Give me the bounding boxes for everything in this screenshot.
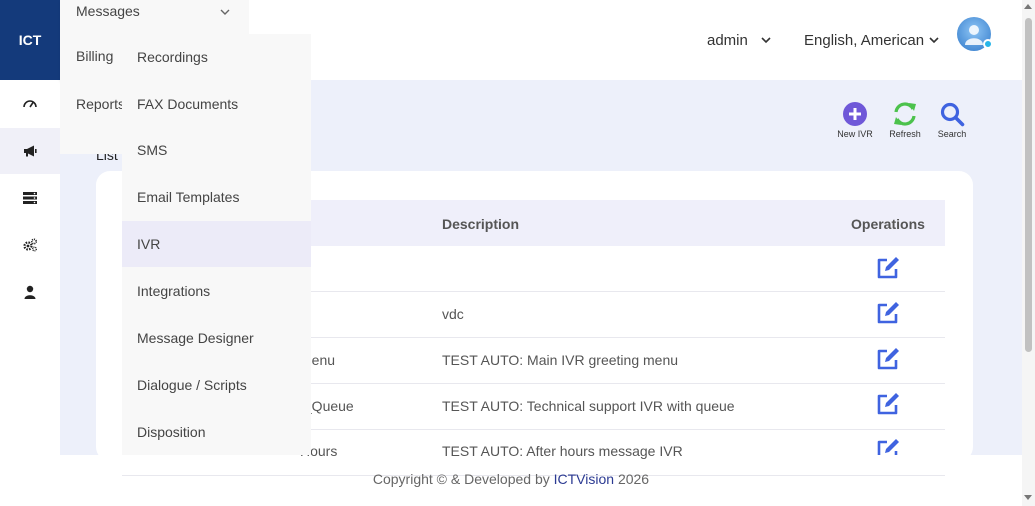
ivr-description-cell: TEST AUTO: After hours message IVR — [442, 443, 683, 459]
server-list-icon — [23, 192, 37, 204]
ivr-description-cell: TEST AUTO: Main IVR greeting menu — [442, 352, 679, 368]
rail-item-users[interactable] — [0, 269, 60, 315]
refresh-button[interactable]: Refresh — [883, 101, 927, 139]
submenu-item-recordings[interactable]: Recordings — [122, 34, 311, 80]
submenu-item-fax-documents[interactable]: FAX Documents — [122, 81, 311, 127]
dashboard-gauge-icon — [23, 100, 37, 108]
submenu-item-email-templates[interactable]: Email Templates — [122, 174, 311, 220]
footer-copyright: Copyright © & Developed by — [372, 471, 550, 487]
footer: Copyright © & Developed by ICTVision 202… — [0, 471, 1022, 487]
edit-icon[interactable] — [875, 437, 901, 455]
edit-icon[interactable] — [875, 346, 901, 372]
submenu-item-ivr[interactable]: IVR — [122, 221, 311, 267]
refresh-icon — [894, 102, 916, 126]
language-selector[interactable]: English, American — [804, 32, 924, 49]
submenu-item-integrations[interactable]: Integrations — [122, 268, 311, 314]
scroll-up-arrow-icon[interactable] — [1024, 4, 1032, 9]
brand-logo[interactable]: ICT — [0, 0, 60, 80]
user-menu[interactable]: admin — [707, 32, 748, 49]
footer-brand-link[interactable]: ICTVision — [554, 471, 614, 487]
menu-item-messages[interactable]: Messages — [76, 3, 140, 19]
chevron-down-icon[interactable] — [219, 6, 231, 18]
new-ivr-button[interactable]: New IVR — [833, 101, 877, 139]
ivr-description-cell: vdc — [442, 306, 464, 322]
description-column-header[interactable]: Description — [442, 216, 519, 232]
rail-item-settings[interactable] — [0, 222, 60, 268]
user-icon — [24, 285, 36, 299]
plus-circle-icon — [843, 102, 867, 126]
edit-icon[interactable] — [875, 300, 901, 326]
submenu-item-message-designer[interactable]: Message Designer — [122, 315, 311, 361]
search-icon — [940, 102, 965, 127]
scroll-down-arrow-icon[interactable] — [1024, 495, 1032, 500]
submenu-item-disposition[interactable]: Disposition — [122, 409, 311, 455]
megaphone-icon — [24, 145, 37, 157]
refresh-label: Refresh — [889, 129, 921, 139]
rail-item-dashboard[interactable] — [0, 81, 60, 127]
menu-item-billing[interactable]: Billing — [76, 48, 113, 64]
chevron-down-icon[interactable] — [760, 34, 772, 46]
footer-year: 2026 — [617, 471, 650, 487]
new-ivr-label: New IVR — [837, 129, 873, 139]
scrollbar-thumb[interactable] — [1025, 18, 1032, 352]
submenu-item-dialogue-scripts[interactable]: Dialogue / Scripts — [122, 362, 311, 408]
chevron-down-icon[interactable] — [928, 34, 940, 46]
operations-column-header: Operations — [851, 216, 925, 232]
online-status-dot — [983, 39, 993, 49]
rail-item-campaigns[interactable] — [0, 128, 60, 174]
edit-icon[interactable] — [875, 391, 901, 417]
submenu-item-sms[interactable]: SMS — [122, 127, 311, 173]
edit-icon[interactable] — [875, 255, 901, 281]
search-label: Search — [937, 129, 967, 139]
cogs-icon — [23, 238, 38, 252]
rail-item-servers[interactable] — [0, 175, 60, 221]
ivr-description-cell: TEST AUTO: Technical support IVR with qu… — [442, 398, 735, 414]
search-button[interactable]: Search — [930, 101, 974, 139]
menu-item-reports[interactable]: Reports — [76, 96, 125, 112]
